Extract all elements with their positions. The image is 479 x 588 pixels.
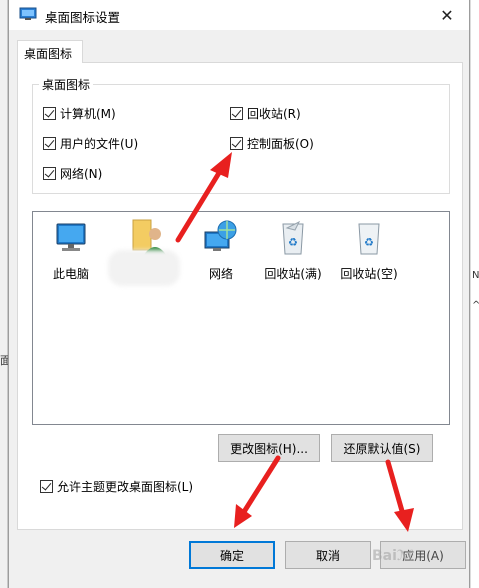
checkbox-label: 计算机(M): [60, 107, 116, 121]
checkbox-label: 允许主题更改桌面图标(L): [57, 480, 194, 494]
window-title: 桌面图标设置: [45, 10, 121, 25]
checkbox-box[interactable]: [230, 137, 243, 150]
checkbox-label: 网络(N): [60, 167, 103, 181]
close-icon: ✕: [440, 5, 454, 25]
background-fragment-text: ^: [472, 300, 479, 311]
desktop-settings-icon: [19, 7, 37, 20]
checkbox-box[interactable]: [43, 107, 56, 120]
recycle-bin-empty-icon: ♻: [358, 223, 380, 255]
icon-label: 回收站(满): [264, 267, 322, 281]
icon-label: 此电脑: [52, 267, 89, 281]
desktop-icon-settings-dialog: 桌面图标设置 ✕ 桌面图标 桌面图标 计算机(M) 回收站(R) 用户的文件(U…: [8, 0, 470, 588]
checkbox-allow-theme[interactable]: 允许主题更改桌面图标(L): [40, 478, 193, 495]
icon-item-network[interactable]: 网络: [185, 218, 257, 282]
network-icon: [204, 220, 237, 251]
checkbox-box[interactable]: [40, 480, 53, 493]
background-window-right: Ν ^: [470, 0, 479, 588]
tab-panel: 桌面图标 计算机(M) 回收站(R) 用户的文件(U) 控制面板(O) 网络(N…: [17, 62, 463, 530]
title-bar[interactable]: 桌面图标设置 ✕: [9, 0, 469, 30]
icon-label: 网络: [208, 267, 233, 281]
icon-item-recycle-bin-full[interactable]: ♻ 回收站(满): [257, 218, 329, 282]
background-window-left: 面: [0, 0, 11, 588]
checkbox-label: 回收站(R): [247, 107, 301, 121]
icon-item-recycle-bin-empty[interactable]: ♻ 回收站(空): [333, 218, 405, 282]
checkbox-user-files[interactable]: 用户的文件(U): [43, 135, 138, 152]
checkbox-box[interactable]: [43, 167, 56, 180]
background-fragment-text: Ν: [472, 270, 479, 281]
tab-desktop-icons[interactable]: 桌面图标: [17, 40, 83, 63]
checkbox-box[interactable]: [230, 107, 243, 120]
desktop-icon-list[interactable]: 此电脑 网络 ♻ 回收站(满) ♻ 回收站(空): [32, 211, 450, 425]
computer-icon: [56, 223, 86, 251]
checkbox-box[interactable]: [43, 137, 56, 150]
checkbox-network[interactable]: 网络(N): [43, 165, 102, 182]
icon-label: 回收站(空): [340, 267, 398, 281]
svg-text:♻: ♻: [364, 236, 374, 249]
restore-default-button[interactable]: 还原默认值(S): [331, 434, 433, 462]
checkbox-label: 用户的文件(U): [60, 137, 139, 151]
checkbox-control-panel[interactable]: 控制面板(O): [230, 135, 314, 152]
checkbox-computer[interactable]: 计算机(M): [43, 105, 116, 122]
desktop-icons-group: 桌面图标 计算机(M) 回收站(R) 用户的文件(U) 控制面板(O) 网络(N…: [32, 76, 450, 194]
change-icon-button[interactable]: 更改图标(H)...: [218, 434, 320, 462]
watermark-logo: Baiℳ: [372, 548, 414, 564]
group-legend: 桌面图标: [39, 76, 94, 93]
recycle-bin-full-icon: ♻: [282, 220, 304, 255]
svg-text:♻: ♻: [288, 236, 298, 249]
ok-button[interactable]: 确定: [189, 541, 275, 569]
icon-item-this-pc[interactable]: 此电脑: [35, 218, 107, 282]
close-button[interactable]: ✕: [425, 0, 469, 30]
redacted-blur: [108, 250, 180, 286]
checkbox-label: 控制面板(O): [247, 137, 314, 151]
checkbox-recycle-bin[interactable]: 回收站(R): [230, 105, 301, 122]
cancel-button[interactable]: 取消: [285, 541, 371, 569]
